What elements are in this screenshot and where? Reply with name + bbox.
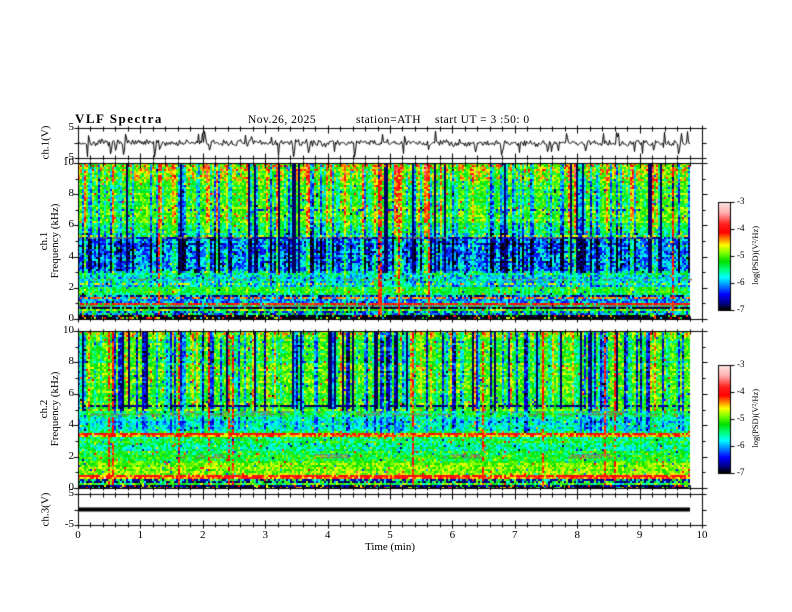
x-tick-label: 10 xyxy=(696,529,708,541)
x-tick-label: 2 xyxy=(200,529,206,541)
ylabel-ch1-frequency: Frequency (kHz) xyxy=(49,203,61,279)
colorbar-tick-label: -5 xyxy=(737,413,745,423)
y-tick-label: 2 xyxy=(68,449,75,462)
y-tick-label: 4 xyxy=(68,418,75,431)
y-tick-label: 10 xyxy=(63,324,74,336)
y-tick-label: -5 xyxy=(64,518,74,530)
x-tick-label: 7 xyxy=(512,529,518,541)
y-tick-label: 6 xyxy=(68,386,75,399)
y-tick-label: 5 xyxy=(68,121,75,133)
colorbar-tick-label: -4 xyxy=(737,386,745,396)
x-tick-label: 6 xyxy=(449,529,456,541)
vlf-spectra-figure: VLF Spectra Nov.26, 2025 station=ATH sta… xyxy=(0,0,792,612)
y-tick-label: 0 xyxy=(68,312,75,324)
colorbar-tick-label: -3 xyxy=(737,196,745,206)
x-tick-label: 3 xyxy=(262,529,268,541)
colorbar-tick-label: -6 xyxy=(737,277,745,287)
start-ut-label: start UT = 3 :50: 0 xyxy=(435,114,530,126)
x-tick-label: 8 xyxy=(574,529,580,541)
y-tick-label: 8 xyxy=(68,355,75,368)
ylabel-ch1-spec: ch.1 Frequency (kHz) xyxy=(38,161,61,321)
y-tick-label: 6 xyxy=(68,218,75,231)
y-tick-label: -5 xyxy=(64,151,74,163)
date-label: Nov.26, 2025 xyxy=(248,114,317,126)
x-tick-label: 1 xyxy=(137,529,144,541)
ylabel-ch2-frequency: Frequency (kHz) xyxy=(49,371,61,447)
y-tick-label: 8 xyxy=(68,187,75,200)
y-tick-label: 2 xyxy=(68,280,75,293)
colorbar-tick-label: -3 xyxy=(737,359,745,369)
x-tick-label: 9 xyxy=(636,529,643,541)
x-tick-label: 0 xyxy=(75,529,81,541)
plot-canvas xyxy=(0,0,792,612)
y-tick-label: 5 xyxy=(68,487,75,499)
colorbar-tick-label: -6 xyxy=(737,440,745,450)
x-tick-label: 5 xyxy=(387,529,393,541)
ylabel-ch3-voltage: ch.3(V) xyxy=(39,492,52,527)
colorbar-tick-label: -7 xyxy=(737,467,745,477)
colorbar-tick-label: -4 xyxy=(737,223,745,233)
colorbar-tick-label: -7 xyxy=(737,304,745,314)
station-label: station=ATH xyxy=(356,114,422,126)
page-title: VLF Spectra xyxy=(75,111,163,126)
y-tick-label: 4 xyxy=(68,249,75,262)
x-tick-label: 4 xyxy=(324,529,331,541)
x-axis-label: Time (min) xyxy=(364,541,415,553)
colorbar-tick-label: -5 xyxy=(737,250,745,260)
